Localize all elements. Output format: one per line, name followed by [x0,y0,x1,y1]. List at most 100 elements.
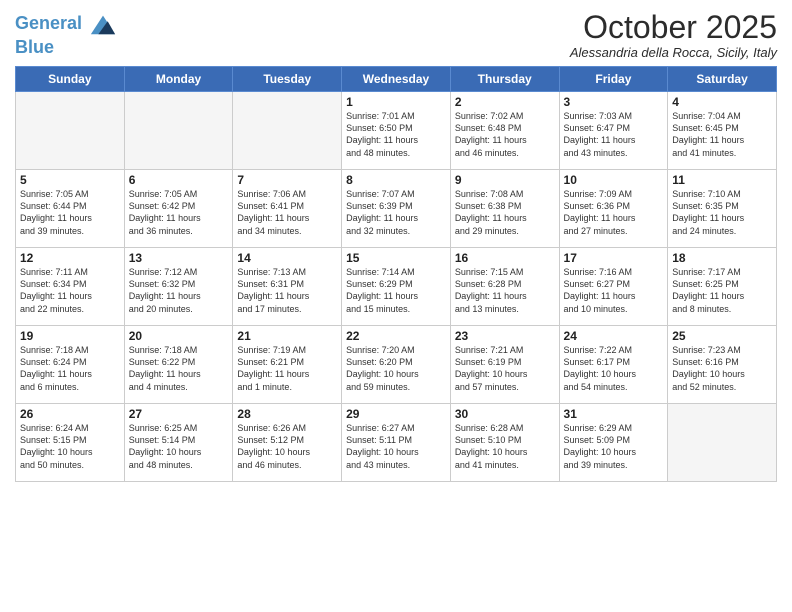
day-number: 9 [455,173,555,187]
calendar-day-header: Friday [559,67,668,92]
cell-info: Sunrise: 6:25 AMSunset: 5:14 PMDaylight:… [129,422,229,471]
day-number: 6 [129,173,229,187]
logo-blue: Blue [15,38,117,58]
header: General Blue October 2025 Alessandria de… [15,10,777,60]
calendar-cell: 20Sunrise: 7:18 AMSunset: 6:22 PMDayligh… [124,326,233,404]
month-title: October 2025 [570,10,777,45]
cell-info: Sunrise: 7:17 AMSunset: 6:25 PMDaylight:… [672,266,772,315]
calendar-cell: 23Sunrise: 7:21 AMSunset: 6:19 PMDayligh… [450,326,559,404]
title-block: October 2025 Alessandria della Rocca, Si… [570,10,777,60]
calendar-day-header: Monday [124,67,233,92]
calendar-cell [16,92,125,170]
day-number: 11 [672,173,772,187]
calendar-week-row: 1Sunrise: 7:01 AMSunset: 6:50 PMDaylight… [16,92,777,170]
day-number: 7 [237,173,337,187]
cell-info: Sunrise: 7:09 AMSunset: 6:36 PMDaylight:… [564,188,664,237]
calendar-cell: 6Sunrise: 7:05 AMSunset: 6:42 PMDaylight… [124,170,233,248]
calendar-week-row: 12Sunrise: 7:11 AMSunset: 6:34 PMDayligh… [16,248,777,326]
calendar-cell: 28Sunrise: 6:26 AMSunset: 5:12 PMDayligh… [233,404,342,482]
day-number: 25 [672,329,772,343]
calendar-header-row: SundayMondayTuesdayWednesdayThursdayFrid… [16,67,777,92]
calendar-cell: 8Sunrise: 7:07 AMSunset: 6:39 PMDaylight… [342,170,451,248]
cell-info: Sunrise: 7:23 AMSunset: 6:16 PMDaylight:… [672,344,772,393]
calendar-cell: 9Sunrise: 7:08 AMSunset: 6:38 PMDaylight… [450,170,559,248]
cell-info: Sunrise: 6:29 AMSunset: 5:09 PMDaylight:… [564,422,664,471]
day-number: 14 [237,251,337,265]
calendar-cell: 22Sunrise: 7:20 AMSunset: 6:20 PMDayligh… [342,326,451,404]
day-number: 1 [346,95,446,109]
cell-info: Sunrise: 7:03 AMSunset: 6:47 PMDaylight:… [564,110,664,159]
day-number: 13 [129,251,229,265]
day-number: 28 [237,407,337,421]
day-number: 16 [455,251,555,265]
cell-info: Sunrise: 7:08 AMSunset: 6:38 PMDaylight:… [455,188,555,237]
cell-info: Sunrise: 7:16 AMSunset: 6:27 PMDaylight:… [564,266,664,315]
day-number: 8 [346,173,446,187]
calendar-cell: 3Sunrise: 7:03 AMSunset: 6:47 PMDaylight… [559,92,668,170]
calendar-cell: 1Sunrise: 7:01 AMSunset: 6:50 PMDaylight… [342,92,451,170]
calendar-cell: 10Sunrise: 7:09 AMSunset: 6:36 PMDayligh… [559,170,668,248]
day-number: 3 [564,95,664,109]
cell-info: Sunrise: 7:18 AMSunset: 6:24 PMDaylight:… [20,344,120,393]
cell-info: Sunrise: 7:20 AMSunset: 6:20 PMDaylight:… [346,344,446,393]
cell-info: Sunrise: 7:15 AMSunset: 6:28 PMDaylight:… [455,266,555,315]
cell-info: Sunrise: 7:05 AMSunset: 6:42 PMDaylight:… [129,188,229,237]
calendar-cell: 11Sunrise: 7:10 AMSunset: 6:35 PMDayligh… [668,170,777,248]
cell-info: Sunrise: 7:14 AMSunset: 6:29 PMDaylight:… [346,266,446,315]
cell-info: Sunrise: 7:21 AMSunset: 6:19 PMDaylight:… [455,344,555,393]
calendar-week-row: 26Sunrise: 6:24 AMSunset: 5:15 PMDayligh… [16,404,777,482]
cell-info: Sunrise: 7:01 AMSunset: 6:50 PMDaylight:… [346,110,446,159]
calendar-cell: 24Sunrise: 7:22 AMSunset: 6:17 PMDayligh… [559,326,668,404]
cell-info: Sunrise: 7:18 AMSunset: 6:22 PMDaylight:… [129,344,229,393]
calendar-cell: 13Sunrise: 7:12 AMSunset: 6:32 PMDayligh… [124,248,233,326]
calendar-cell: 26Sunrise: 6:24 AMSunset: 5:15 PMDayligh… [16,404,125,482]
calendar-cell: 17Sunrise: 7:16 AMSunset: 6:27 PMDayligh… [559,248,668,326]
cell-info: Sunrise: 7:07 AMSunset: 6:39 PMDaylight:… [346,188,446,237]
day-number: 31 [564,407,664,421]
logo-text: General [15,10,117,38]
cell-info: Sunrise: 7:13 AMSunset: 6:31 PMDaylight:… [237,266,337,315]
day-number: 12 [20,251,120,265]
calendar-cell: 25Sunrise: 7:23 AMSunset: 6:16 PMDayligh… [668,326,777,404]
day-number: 24 [564,329,664,343]
calendar-day-header: Tuesday [233,67,342,92]
day-number: 22 [346,329,446,343]
calendar-day-header: Sunday [16,67,125,92]
cell-info: Sunrise: 6:28 AMSunset: 5:10 PMDaylight:… [455,422,555,471]
cell-info: Sunrise: 7:04 AMSunset: 6:45 PMDaylight:… [672,110,772,159]
location: Alessandria della Rocca, Sicily, Italy [570,45,777,60]
cell-info: Sunrise: 7:11 AMSunset: 6:34 PMDaylight:… [20,266,120,315]
calendar-cell [668,404,777,482]
calendar-day-header: Thursday [450,67,559,92]
calendar-cell [233,92,342,170]
calendar-week-row: 19Sunrise: 7:18 AMSunset: 6:24 PMDayligh… [16,326,777,404]
day-number: 15 [346,251,446,265]
calendar-cell: 12Sunrise: 7:11 AMSunset: 6:34 PMDayligh… [16,248,125,326]
calendar-cell: 14Sunrise: 7:13 AMSunset: 6:31 PMDayligh… [233,248,342,326]
day-number: 18 [672,251,772,265]
day-number: 30 [455,407,555,421]
calendar-cell: 7Sunrise: 7:06 AMSunset: 6:41 PMDaylight… [233,170,342,248]
calendar-cell: 16Sunrise: 7:15 AMSunset: 6:28 PMDayligh… [450,248,559,326]
day-number: 21 [237,329,337,343]
calendar-cell: 27Sunrise: 6:25 AMSunset: 5:14 PMDayligh… [124,404,233,482]
cell-info: Sunrise: 7:02 AMSunset: 6:48 PMDaylight:… [455,110,555,159]
day-number: 4 [672,95,772,109]
calendar-cell: 29Sunrise: 6:27 AMSunset: 5:11 PMDayligh… [342,404,451,482]
cell-info: Sunrise: 6:26 AMSunset: 5:12 PMDaylight:… [237,422,337,471]
cell-info: Sunrise: 7:22 AMSunset: 6:17 PMDaylight:… [564,344,664,393]
calendar-cell: 4Sunrise: 7:04 AMSunset: 6:45 PMDaylight… [668,92,777,170]
calendar-table: SundayMondayTuesdayWednesdayThursdayFrid… [15,66,777,482]
calendar-day-header: Saturday [668,67,777,92]
calendar-cell: 18Sunrise: 7:17 AMSunset: 6:25 PMDayligh… [668,248,777,326]
day-number: 10 [564,173,664,187]
cell-info: Sunrise: 7:19 AMSunset: 6:21 PMDaylight:… [237,344,337,393]
calendar-week-row: 5Sunrise: 7:05 AMSunset: 6:44 PMDaylight… [16,170,777,248]
day-number: 19 [20,329,120,343]
day-number: 17 [564,251,664,265]
logo-general: General [15,13,82,33]
day-number: 23 [455,329,555,343]
calendar-cell [124,92,233,170]
calendar-cell: 15Sunrise: 7:14 AMSunset: 6:29 PMDayligh… [342,248,451,326]
cell-info: Sunrise: 6:27 AMSunset: 5:11 PMDaylight:… [346,422,446,471]
